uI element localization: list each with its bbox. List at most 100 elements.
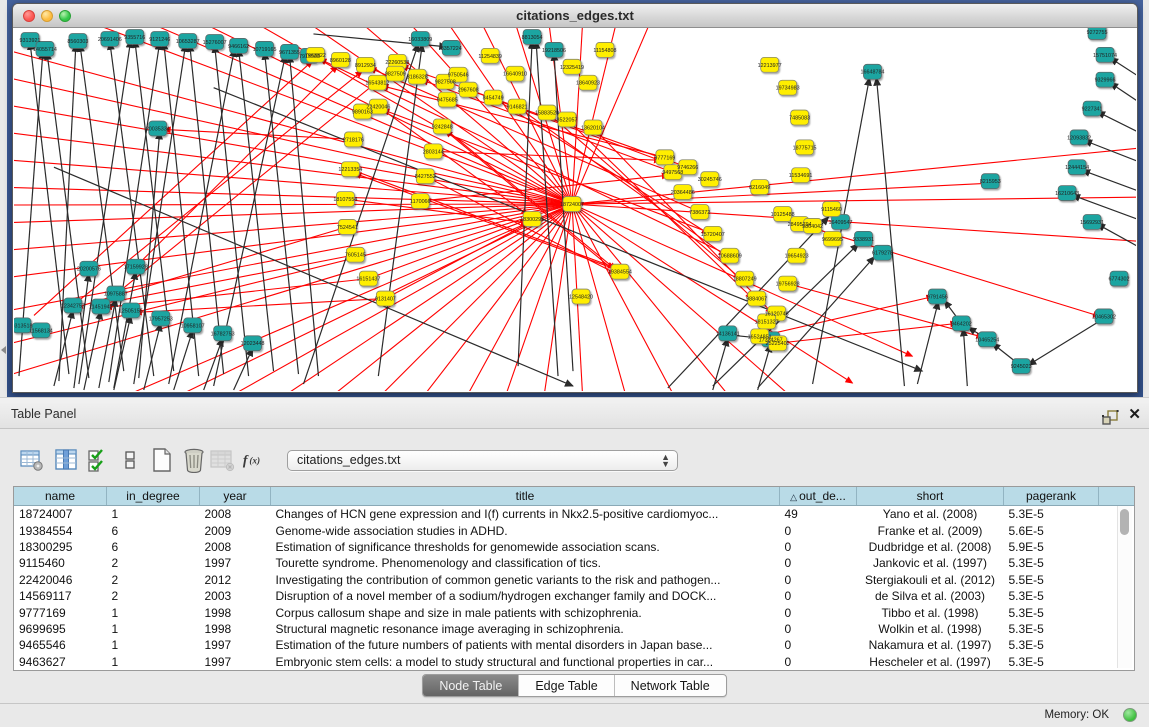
svg-text:12213354: 12213354 <box>338 167 362 173</box>
black-edges <box>19 34 1136 390</box>
tab-network-table[interactable]: Network Table <box>615 675 726 696</box>
table-row[interactable]: 2242004622012Investigating the contribut… <box>14 572 1135 588</box>
column-header-filler <box>1099 487 1136 506</box>
svg-text:15720407: 15720407 <box>701 232 725 238</box>
select-all-button[interactable] <box>85 447 111 473</box>
table-selector-dropdown[interactable]: citations_edges.txt ▲▼ <box>287 450 678 471</box>
tab-node-table[interactable]: Node Table <box>423 675 519 696</box>
table-row[interactable]: 1938455462009Genome-wide association stu… <box>14 522 1135 538</box>
cell-short: Franke et al. (2009) <box>857 522 1004 538</box>
status-bar: Memory: OK <box>0 703 1149 727</box>
column-header-short[interactable]: short <box>857 487 1004 506</box>
svg-text:9777169: 9777169 <box>654 155 675 161</box>
svg-text:9750546: 9750546 <box>448 73 469 79</box>
cell-year: 2008 <box>200 539 271 555</box>
cell-name: 19384554 <box>14 522 107 538</box>
svg-text:14136141: 14136141 <box>716 331 740 337</box>
cell-year: 2012 <box>200 572 271 588</box>
svg-text:9884067: 9884067 <box>746 297 767 303</box>
svg-text:18807249: 18807249 <box>733 277 757 283</box>
svg-text:16543812: 16543812 <box>365 81 389 87</box>
svg-text:9791456: 9791456 <box>927 295 948 301</box>
svg-text:12505155: 12505155 <box>119 308 143 314</box>
svg-text:20200576: 20200576 <box>77 267 101 273</box>
svg-text:25225402: 25225402 <box>766 341 790 347</box>
close-panel-icon[interactable]: ✕ <box>1128 407 1141 422</box>
sort-ascending-icon: △ <box>790 492 797 502</box>
cell-pagerank: 5.3E-5 <box>1004 637 1099 653</box>
network-window-titlebar[interactable]: citations_edges.txt <box>13 4 1137 28</box>
svg-text:10719165: 10719165 <box>253 47 277 53</box>
cell-short: Jankovic et al. (1997) <box>857 555 1004 571</box>
column-header-name[interactable]: name <box>14 487 107 506</box>
show-hide-columns-button[interactable] <box>53 447 79 473</box>
column-header-pagerank[interactable]: pagerank <box>1004 487 1099 506</box>
svg-text:12325419: 12325419 <box>560 65 584 71</box>
svg-text:8215953: 8215953 <box>980 179 1001 185</box>
cell-out_de...: 0 <box>780 522 857 538</box>
table-row[interactable]: 977716911998Corpus callosum shape and si… <box>14 604 1135 620</box>
table-row[interactable]: 1456911722003Disruption of a novel membe… <box>14 588 1135 604</box>
svg-text:19654923: 19654923 <box>785 254 809 260</box>
table-scrollbar[interactable] <box>1117 506 1132 668</box>
table-row[interactable]: 946362711997Embryonic stem cells: a mode… <box>14 654 1135 670</box>
memory-ok-indicator[interactable] <box>1123 708 1137 722</box>
collapse-left-panel-arrow[interactable] <box>1 346 6 354</box>
delete-table-button[interactable] <box>209 447 235 473</box>
table-scrollbar-thumb[interactable] <box>1120 509 1129 535</box>
svg-text:9466162: 9466162 <box>228 44 249 50</box>
svg-text:20035334: 20035334 <box>146 126 170 132</box>
svg-text:30245746: 30245746 <box>698 177 722 183</box>
svg-text:11254839: 11254839 <box>478 54 502 60</box>
function-builder-button[interactable]: f (x) <box>241 447 267 473</box>
table-row[interactable]: 1872400712008Changes of HCN gene express… <box>14 506 1135 523</box>
tab-edge-table[interactable]: Edge Table <box>519 675 614 696</box>
column-header-in_degree[interactable]: in_degree <box>107 487 200 506</box>
network-window[interactable]: citations_edges.txt <box>12 3 1138 393</box>
svg-text:15692931: 15692931 <box>1080 220 1104 226</box>
create-column-button[interactable] <box>149 447 175 473</box>
svg-text:16524851: 16524851 <box>748 334 772 340</box>
cell-in_degree: 2 <box>107 555 200 571</box>
column-header-year[interactable]: year <box>200 487 271 506</box>
table-toolbar: f (x) citations_edges.txt ▲▼ <box>0 429 1149 485</box>
svg-text:9245023: 9245023 <box>1011 364 1032 370</box>
table-row[interactable]: 1830029562008Estimation of significance … <box>14 539 1135 555</box>
network-view-canvas[interactable]: 9313921140557148560303206914069355716912… <box>14 28 1136 391</box>
svg-text:18775715: 18775715 <box>793 145 817 151</box>
row-options-button[interactable] <box>117 447 143 473</box>
cell-pagerank: 5.3E-5 <box>1004 621 1099 637</box>
cell-short: Wolkin et al. (1998) <box>857 621 1004 637</box>
stacked-boxes-icon <box>123 448 137 472</box>
column-header-out_de...[interactable]: △out_de... <box>780 487 857 506</box>
cell-in_degree: 6 <box>107 539 200 555</box>
cell-in_degree: 6 <box>107 522 200 538</box>
cell-out_de...: 0 <box>780 539 857 555</box>
svg-text:11568134: 11568134 <box>29 328 53 334</box>
svg-text:9671355: 9671355 <box>279 50 300 56</box>
column-header-title[interactable]: title <box>271 487 780 506</box>
network-window-title: citations_edges.txt <box>13 8 1137 23</box>
table-row[interactable]: 969969511998Structural magnetic resonanc… <box>14 621 1135 637</box>
float-panel-icon[interactable] <box>1102 410 1119 425</box>
cell-year: 2008 <box>200 506 271 523</box>
svg-text:9329966: 9329966 <box>1095 78 1116 84</box>
table-row[interactable]: 911546021997Tourette syndrome. Phenomeno… <box>14 555 1135 571</box>
svg-text:9146821: 9146821 <box>507 105 528 111</box>
svg-text:19384554: 19384554 <box>608 270 632 276</box>
svg-text:18640923: 18640923 <box>576 81 600 87</box>
svg-text:9338931: 9338931 <box>853 237 874 243</box>
cell-in_degree: 1 <box>107 604 200 620</box>
svg-text:7605145: 7605145 <box>345 253 366 259</box>
cell-pagerank: 5.9E-5 <box>1004 539 1099 555</box>
cell-pagerank: 5.3E-5 <box>1004 506 1099 523</box>
cell-year: 1997 <box>200 637 271 653</box>
table-row[interactable]: 946554611997Estimation of the future num… <box>14 637 1135 653</box>
cell-out_de...: 0 <box>780 572 857 588</box>
delete-column-button[interactable] <box>181 447 207 473</box>
svg-text:9131407: 9131407 <box>375 297 396 303</box>
svg-text:6774302: 6774302 <box>1109 277 1130 283</box>
dropdown-arrows-icon: ▲▼ <box>661 454 670 468</box>
citation-network-graph[interactable]: 9313921140557148560303206914069355716912… <box>14 28 1136 391</box>
table-mode-button[interactable] <box>19 447 45 473</box>
